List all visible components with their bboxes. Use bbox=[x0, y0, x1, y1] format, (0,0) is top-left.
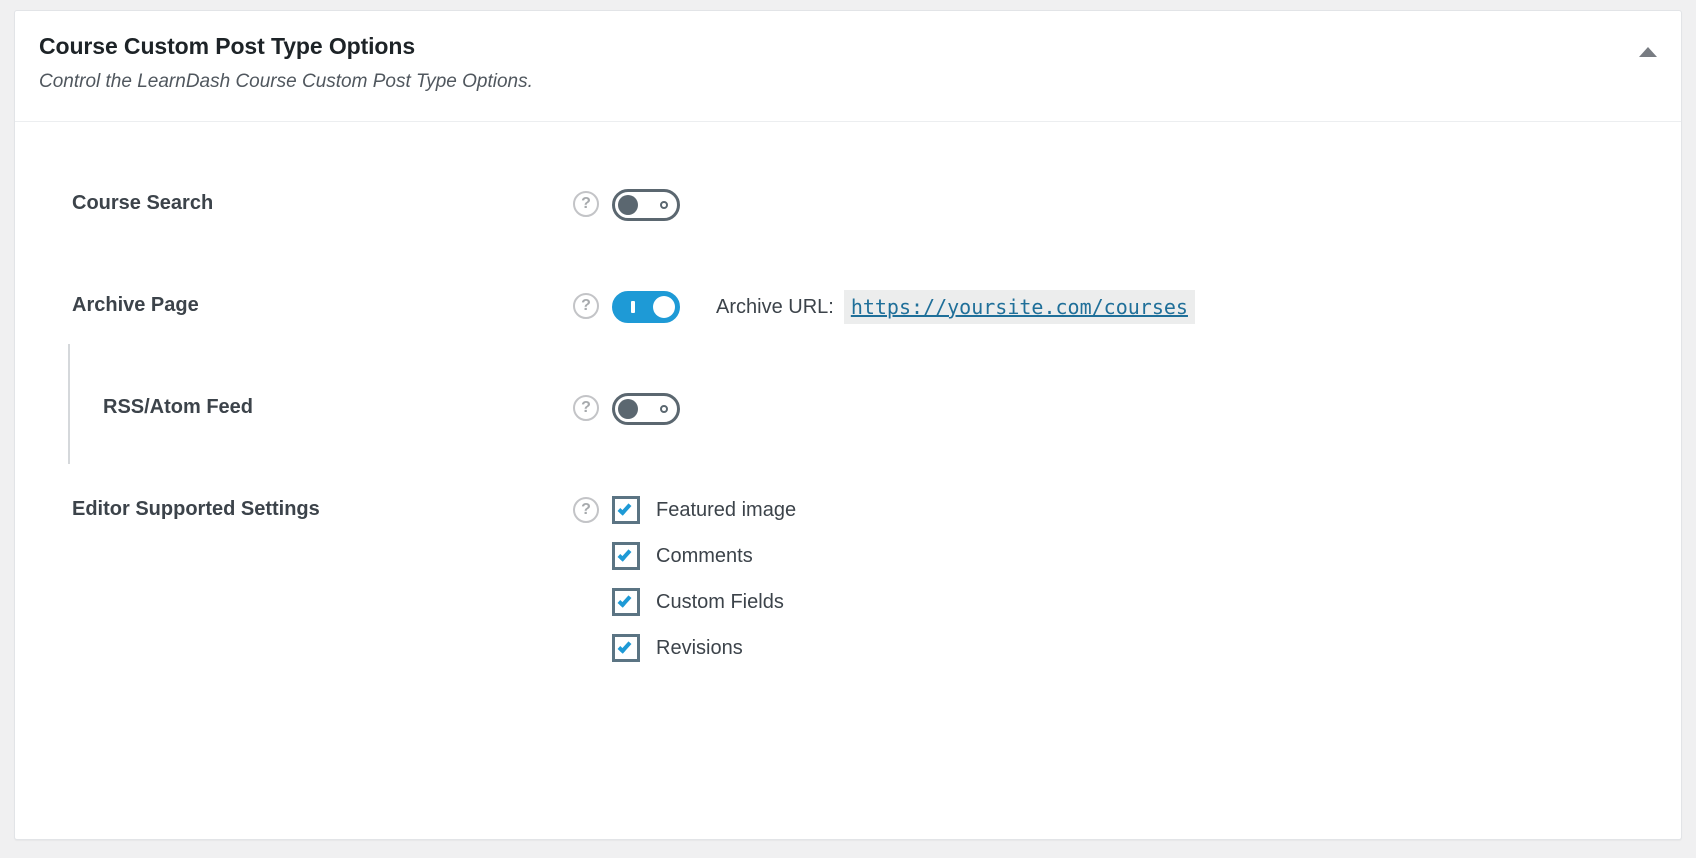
toggle-off-mark-icon bbox=[660, 201, 668, 209]
checkbox-item-featured-image[interactable]: Featured image bbox=[612, 496, 796, 524]
checkbox-label: Featured image bbox=[656, 499, 796, 522]
checkmark-icon[interactable] bbox=[612, 496, 640, 524]
checkbox-item-revisions[interactable]: Revisions bbox=[612, 634, 796, 662]
control-cell-archive-page: Archive URL: https://yoursite.com/course… bbox=[612, 290, 1681, 323]
archive-url-group: Archive URL: https://yoursite.com/course… bbox=[716, 291, 1195, 323]
setting-label-course-search: Course Search bbox=[15, 188, 560, 218]
setting-label-editor-supported-settings: Editor Supported Settings bbox=[15, 494, 560, 524]
checkbox-item-comments[interactable]: Comments bbox=[612, 542, 796, 570]
help-icon[interactable]: ? bbox=[573, 191, 599, 217]
checkbox-label: Custom Fields bbox=[656, 591, 784, 614]
toggle-knob bbox=[618, 195, 638, 215]
caret-up-icon bbox=[1639, 47, 1657, 57]
archive-url-link[interactable]: https://yoursite.com/courses bbox=[844, 290, 1195, 324]
editor-supported-options-list: Featured image Comments Custom Fields Re… bbox=[612, 495, 796, 662]
toggle-archive-page[interactable] bbox=[612, 291, 680, 323]
page-title: Course Custom Post Type Options bbox=[39, 33, 1655, 61]
setting-label-rss-atom-feed: RSS/Atom Feed bbox=[15, 392, 560, 422]
toggle-knob bbox=[653, 296, 675, 318]
checkmark-icon[interactable] bbox=[612, 588, 640, 616]
help-cell-editor-supported-settings: ? bbox=[560, 494, 612, 523]
checkmark-icon[interactable] bbox=[612, 542, 640, 570]
control-cell-editor-supported-settings: Featured image Comments Custom Fields Re… bbox=[612, 494, 1681, 662]
setting-label-archive-page: Archive Page bbox=[15, 290, 560, 320]
checkbox-label: Comments bbox=[656, 545, 753, 568]
toggle-on-mark-icon bbox=[631, 301, 635, 313]
checkbox-label: Revisions bbox=[656, 637, 743, 660]
checkmark-icon[interactable] bbox=[612, 634, 640, 662]
help-cell-course-search: ? bbox=[560, 188, 612, 217]
toggle-course-search[interactable] bbox=[612, 189, 680, 221]
course-cpt-options-panel: Course Custom Post Type Options Control … bbox=[14, 10, 1682, 840]
help-icon[interactable]: ? bbox=[573, 497, 599, 523]
setting-row-editor-supported-settings: Editor Supported Settings ? Featured ima… bbox=[15, 494, 1681, 662]
panel-subtitle: Control the LearnDash Course Custom Post… bbox=[39, 70, 1655, 94]
setting-row-rss-atom-feed: RSS/Atom Feed ? bbox=[15, 392, 1681, 425]
help-icon[interactable]: ? bbox=[573, 395, 599, 421]
archive-url-label: Archive URL: bbox=[716, 296, 834, 319]
help-icon[interactable]: ? bbox=[573, 293, 599, 319]
panel-header: Course Custom Post Type Options Control … bbox=[15, 11, 1681, 122]
control-cell-course-search bbox=[612, 188, 1681, 221]
toggle-knob bbox=[618, 399, 638, 419]
collapse-panel-button[interactable] bbox=[1631, 37, 1665, 67]
help-cell-archive-page: ? bbox=[560, 290, 612, 319]
control-cell-rss-atom-feed bbox=[612, 392, 1681, 425]
checkbox-item-custom-fields[interactable]: Custom Fields bbox=[612, 588, 796, 616]
setting-row-course-search: Course Search ? bbox=[15, 188, 1681, 221]
toggle-off-mark-icon bbox=[660, 405, 668, 413]
setting-row-archive-page: Archive Page ? Archive URL: https://your… bbox=[15, 290, 1681, 323]
toggle-rss-atom-feed[interactable] bbox=[612, 393, 680, 425]
help-cell-rss-atom-feed: ? bbox=[560, 392, 612, 421]
